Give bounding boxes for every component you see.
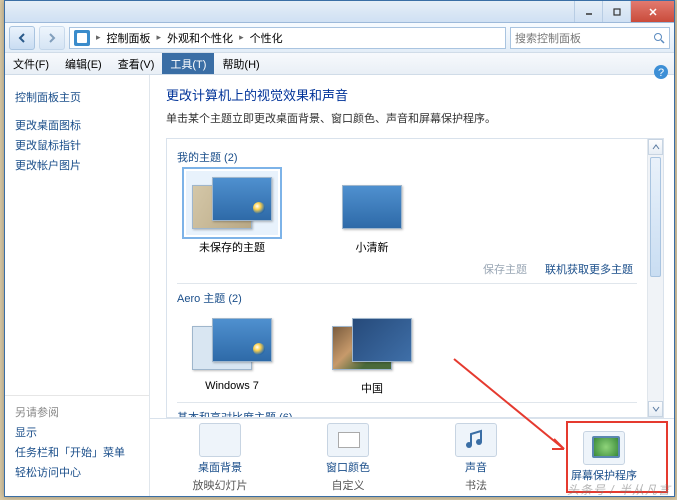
crumb-personalization[interactable]: 个性化	[250, 30, 283, 46]
opt-sub: 自定义	[332, 477, 365, 493]
opt-title: 声音	[465, 459, 487, 475]
sidebar-home[interactable]: 控制面板主页	[15, 89, 139, 105]
svg-text:?: ?	[658, 67, 664, 79]
menu-tools[interactable]: 工具(T)	[162, 53, 214, 74]
sidebar-see-also: 另请参阅	[15, 404, 139, 420]
page-subtitle: 单击某个主题立即更改桌面背景、窗口颜色、声音和屏幕保护程序。	[166, 110, 658, 126]
control-panel-window: ▸ 控制面板 ▸ 外观和个性化 ▸ 个性化 搜索控制面板 文件(F) 编辑(E)…	[4, 0, 675, 497]
scrollbar[interactable]	[647, 139, 663, 417]
chevron-right-icon: ▸	[157, 32, 162, 43]
opt-sub: 放映幻灯片	[193, 477, 248, 493]
screen-saver-icon	[583, 431, 625, 465]
theme-label: Windows 7	[205, 380, 259, 392]
sidebar-mouse-pointers[interactable]: 更改鼠标指针	[15, 137, 139, 153]
scroll-down-button[interactable]	[648, 401, 663, 417]
menu-edit[interactable]: 编辑(E)	[57, 53, 110, 74]
nav-bar: ▸ 控制面板 ▸ 外观和个性化 ▸ 个性化 搜索控制面板	[5, 23, 674, 53]
sound-icon	[455, 423, 497, 457]
section-high-contrast: 基本和高对比度主题 (6)	[177, 409, 637, 417]
titlebar	[5, 1, 674, 23]
body: 控制面板主页 更改桌面图标 更改鼠标指针 更改帐户图片 另请参阅 显示 任务栏和…	[5, 75, 674, 496]
opt-sub: 书法	[465, 477, 487, 493]
chevron-right-icon: ▸	[239, 32, 244, 43]
opt-screen-saver[interactable]: 屏幕保护程序	[554, 431, 654, 485]
opt-sounds[interactable]: 声音 书法	[426, 423, 526, 493]
opt-title: 屏幕保护程序	[571, 467, 637, 483]
themes-panel: 我的主题 (2) 未保存的主题 小清新 保存主题 联机获取更多主题	[166, 138, 664, 418]
theme-unsaved[interactable]: 未保存的主题	[177, 171, 287, 255]
sidebar-display[interactable]: 显示	[15, 424, 139, 440]
theme-fresh[interactable]: 小清新	[317, 171, 427, 255]
scroll-up-button[interactable]	[648, 139, 663, 155]
scroll-thumb[interactable]	[650, 157, 661, 277]
close-button[interactable]	[630, 1, 674, 22]
menu-bar: 文件(F) 编辑(E) 查看(V) 工具(T) 帮助(H)	[5, 53, 674, 75]
section-my-themes: 我的主题 (2)	[177, 149, 637, 165]
save-theme-link[interactable]: 保存主题	[483, 261, 527, 277]
get-more-themes-link[interactable]: 联机获取更多主题	[545, 261, 633, 277]
opt-title: 桌面背景	[198, 459, 242, 475]
search-input[interactable]: 搜索控制面板	[510, 27, 670, 49]
menu-file[interactable]: 文件(F)	[5, 53, 57, 74]
theme-label: 中国	[361, 380, 383, 396]
sidebar-ease-of-access[interactable]: 轻松访问中心	[15, 464, 139, 480]
crumb-control-panel[interactable]: 控制面板	[107, 30, 151, 46]
address-bar[interactable]: ▸ 控制面板 ▸ 外观和个性化 ▸ 个性化	[69, 27, 506, 49]
search-placeholder: 搜索控制面板	[515, 30, 581, 46]
minimize-button[interactable]	[574, 1, 602, 22]
theme-china[interactable]: 中国	[317, 312, 427, 396]
footer-options: 桌面背景 放映幻灯片 窗口颜色 自定义 声音 书法 屏幕保护程序	[150, 418, 674, 496]
main-pane: 更改计算机上的视觉效果和声音 单击某个主题立即更改桌面背景、窗口颜色、声音和屏幕…	[150, 75, 674, 496]
opt-title: 窗口颜色	[326, 459, 370, 475]
menu-view[interactable]: 查看(V)	[110, 53, 163, 74]
opt-desktop-background[interactable]: 桌面背景 放映幻灯片	[170, 423, 270, 493]
control-panel-icon	[74, 30, 90, 46]
crumb-appearance[interactable]: 外观和个性化	[167, 30, 233, 46]
sidebar-account-picture[interactable]: 更改帐户图片	[15, 157, 139, 173]
maximize-button[interactable]	[602, 1, 630, 22]
theme-label: 未保存的主题	[199, 239, 265, 255]
window-color-icon	[327, 423, 369, 457]
help-icon[interactable]: ?	[653, 64, 669, 80]
menu-help[interactable]: 帮助(H)	[214, 53, 267, 74]
chevron-right-icon: ▸	[96, 32, 101, 43]
sidebar: 控制面板主页 更改桌面图标 更改鼠标指针 更改帐户图片 另请参阅 显示 任务栏和…	[5, 75, 150, 496]
search-icon	[653, 32, 665, 44]
sidebar-taskbar[interactable]: 任务栏和「开始」菜单	[15, 444, 139, 460]
theme-windows7[interactable]: Windows 7	[177, 312, 287, 396]
opt-window-color[interactable]: 窗口颜色 自定义	[298, 423, 398, 493]
theme-label: 小清新	[356, 239, 389, 255]
nav-back-button[interactable]	[9, 26, 35, 50]
page-title: 更改计算机上的视觉效果和声音	[166, 85, 658, 104]
desktop-bg-icon	[199, 423, 241, 457]
nav-forward-button[interactable]	[39, 26, 65, 50]
section-aero: Aero 主题 (2)	[177, 290, 637, 306]
sidebar-desktop-icons[interactable]: 更改桌面图标	[15, 117, 139, 133]
